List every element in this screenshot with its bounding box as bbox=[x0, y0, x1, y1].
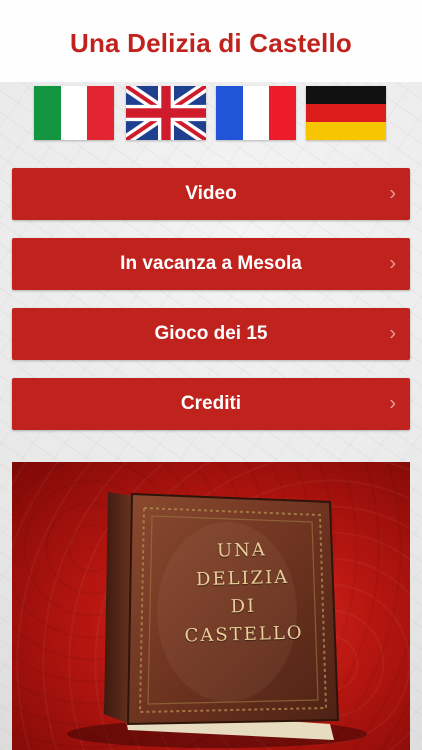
video-button-label: Video bbox=[185, 183, 237, 204]
book-title-line: UNA bbox=[216, 539, 268, 562]
chevron-right-icon: › bbox=[389, 392, 396, 415]
app-header: Una Delizia di Castello bbox=[0, 0, 422, 82]
vacation-mesola-button[interactable]: In vacanza a Mesola › bbox=[12, 238, 410, 290]
book-title: UNA DELIZIA DI CASTELLO bbox=[177, 535, 310, 650]
app-title: Una Delizia di Castello bbox=[69, 27, 352, 58]
book-title-line: DI bbox=[230, 595, 257, 618]
video-button[interactable]: Video › bbox=[12, 168, 410, 220]
france-flag-icon[interactable] bbox=[216, 86, 296, 140]
vacation-mesola-button-label: In vacanza a Mesola bbox=[120, 253, 302, 274]
credits-button-label: Crediti bbox=[180, 393, 242, 414]
chevron-right-icon: › bbox=[389, 182, 396, 205]
game-15-button[interactable]: Gioco dei 15 › bbox=[12, 308, 410, 360]
language-selector bbox=[0, 86, 422, 142]
book-title-line: CASTELLO bbox=[184, 622, 304, 647]
germany-flag-icon[interactable] bbox=[306, 86, 386, 140]
game-15-button-label: Gioco dei 15 bbox=[154, 323, 268, 344]
book-image-panel[interactable]: UNA DELIZIA DI CASTELLO bbox=[12, 462, 410, 750]
book-title-line: DELIZIA bbox=[195, 566, 290, 591]
uk-flag-icon[interactable] bbox=[126, 86, 206, 140]
italy-flag-icon[interactable] bbox=[34, 86, 114, 140]
chevron-right-icon: › bbox=[389, 322, 396, 345]
chevron-right-icon: › bbox=[389, 252, 396, 275]
credits-button[interactable]: Crediti › bbox=[12, 378, 410, 430]
